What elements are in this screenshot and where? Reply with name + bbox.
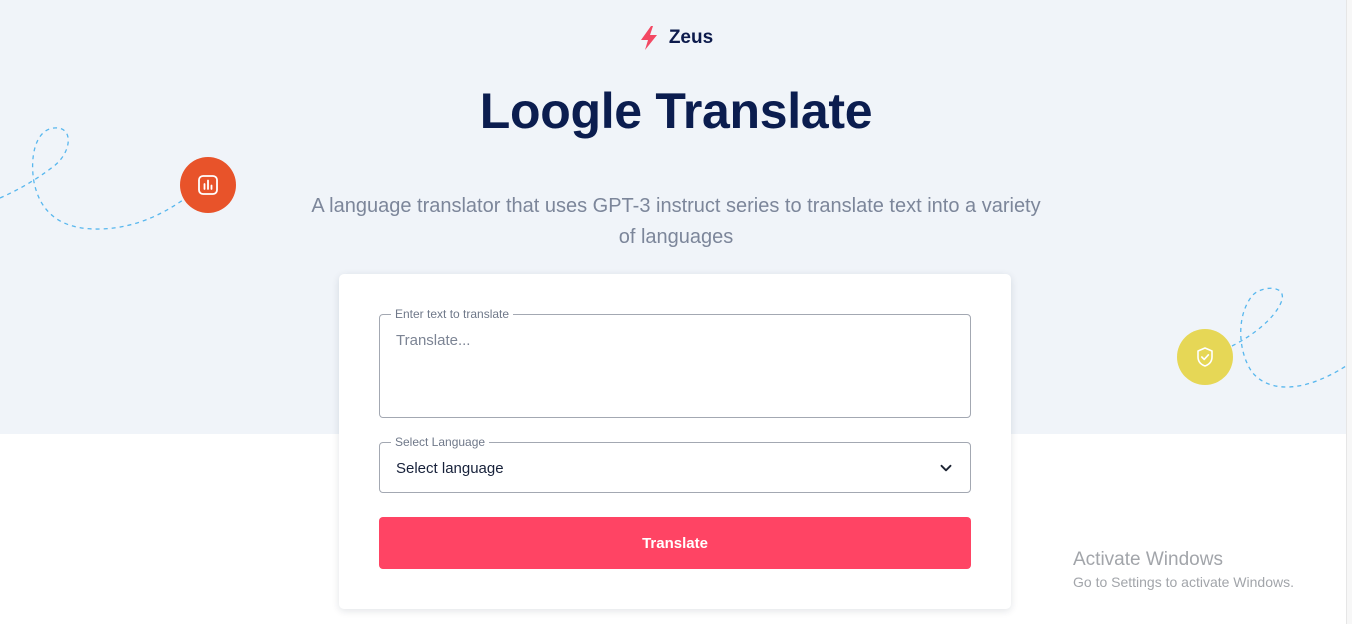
activate-windows-watermark: Activate Windows Go to Settings to activ… xyxy=(1073,549,1294,592)
page-title: Loogle Translate xyxy=(479,83,873,139)
language-select[interactable]: Select Language Select language xyxy=(379,435,971,493)
page-subtitle: A language translator that uses GPT-3 in… xyxy=(311,195,1041,248)
text-to-translate-field[interactable]: Enter text to translate xyxy=(379,307,971,418)
brand[interactable]: Zeus xyxy=(0,26,1352,50)
language-select-value[interactable]: Select language xyxy=(396,460,504,477)
text-to-translate-input[interactable] xyxy=(381,316,969,416)
translate-form-card: Enter text to translate Select Language … xyxy=(339,274,1011,609)
security-badge xyxy=(1177,329,1233,385)
chevron-down-icon[interactable] xyxy=(939,461,953,475)
language-select-label: Select Language xyxy=(391,435,490,449)
activate-windows-title: Activate Windows xyxy=(1073,549,1223,570)
shield-check-icon xyxy=(1197,347,1213,367)
chart-badge xyxy=(180,157,236,213)
right-dashed-curve xyxy=(1231,287,1347,388)
left-dashed-curve xyxy=(0,127,184,230)
lightning-bolt-icon xyxy=(640,26,657,50)
bar-chart-icon xyxy=(198,175,218,195)
brand-name: Zeus xyxy=(668,27,714,48)
activate-windows-subtitle: Go to Settings to activate Windows. xyxy=(1073,574,1294,590)
translate-button[interactable]: Translate xyxy=(379,517,971,569)
